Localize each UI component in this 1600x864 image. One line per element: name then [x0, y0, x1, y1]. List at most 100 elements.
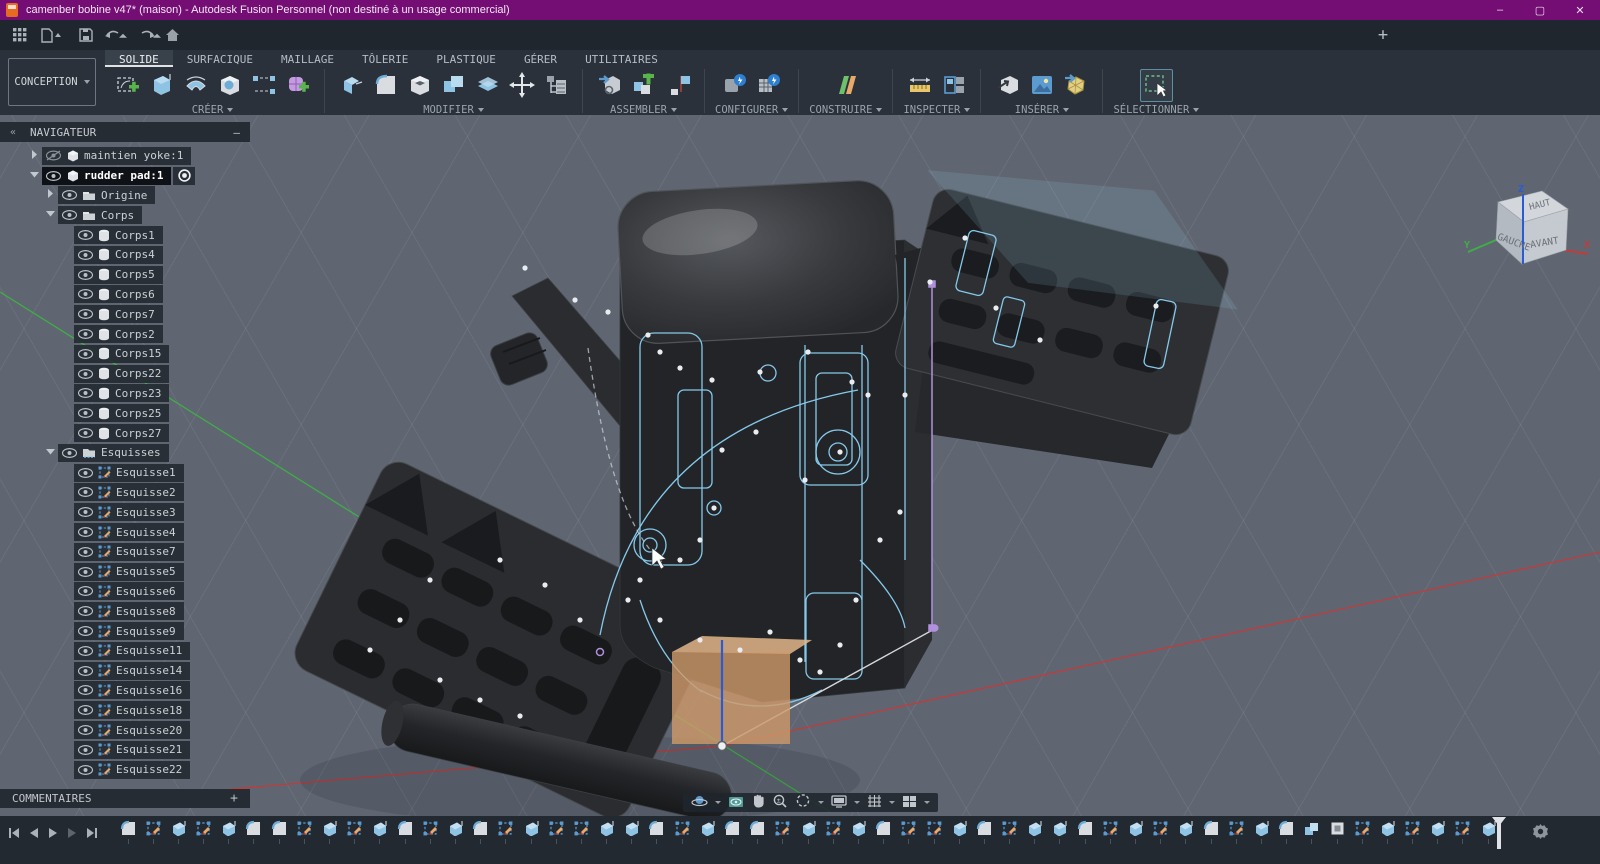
tree-item-rudder-pad-1[interactable]: rudder pad:1 — [26, 166, 250, 186]
visibility-off-icon[interactable] — [46, 150, 61, 161]
timeline-feature-sketch-50[interactable] — [1352, 820, 1372, 844]
group-label-creer[interactable]: CRÉER — [192, 104, 234, 116]
change-parameters-icon[interactable] — [539, 69, 572, 102]
timeline-feature-extrude-37[interactable] — [1025, 820, 1045, 844]
timeline-feature-sketch-40[interactable] — [1100, 820, 1120, 844]
tree-item-esquisse8[interactable]: Esquisse8 — [58, 601, 250, 621]
timeline-feature-fillet-39[interactable] — [1075, 820, 1095, 844]
tree-item-corps4[interactable]: Corps4 — [58, 245, 250, 265]
view-cube[interactable]: HAUT GAUCHE AVANT Y X Z — [1462, 178, 1592, 278]
comments-bar[interactable]: COMMENTAIRES + — [0, 789, 250, 808]
timeline-feature-sketch-27[interactable] — [773, 820, 793, 844]
timeline-feature-fillet-22[interactable] — [647, 820, 667, 844]
configuration-table-icon[interactable] — [752, 69, 785, 102]
visibility-eye-icon[interactable] — [78, 606, 93, 616]
tree-item-esquisse18[interactable]: Esquisse18 — [58, 700, 250, 720]
tree-item-corps5[interactable]: Corps5 — [58, 265, 250, 285]
display-menu-caret[interactable] — [854, 801, 860, 804]
move-icon[interactable] — [505, 69, 538, 102]
insert-mesh-icon[interactable] — [1059, 69, 1092, 102]
ribbon-tab-utilitaires[interactable]: UTILITAIRES — [571, 50, 672, 67]
ribbon-tab-gérer[interactable]: GÉRER — [510, 50, 571, 67]
section-analysis-icon[interactable] — [937, 69, 970, 102]
timeline-feature-extrude-3[interactable] — [168, 820, 188, 844]
visibility-eye-icon[interactable] — [78, 567, 93, 577]
visibility-eye-icon[interactable] — [62, 210, 77, 220]
group-label-selectionner[interactable]: SÉLECTIONNER — [1113, 104, 1199, 116]
press-pull-icon[interactable] — [335, 69, 368, 102]
visibility-eye-icon[interactable] — [78, 685, 93, 695]
add-comment-icon[interactable]: + — [230, 791, 238, 806]
create-sketch-icon[interactable] — [111, 69, 144, 102]
tree-item-corps7[interactable]: Corps7 — [58, 304, 250, 324]
visibility-eye-icon[interactable] — [78, 765, 93, 775]
new-tab-button[interactable]: + — [1372, 24, 1394, 46]
go-to-end-button[interactable] — [86, 824, 98, 843]
visibility-eye-icon[interactable] — [62, 448, 77, 458]
timeline-feature-sketch-18[interactable] — [546, 820, 566, 844]
timeline-feature-sketch-2[interactable] — [143, 820, 163, 844]
combine-icon[interactable] — [437, 69, 470, 102]
timeline-feature-sketch-45[interactable] — [1226, 820, 1246, 844]
tree-item-corps27[interactable]: Corps27 — [58, 423, 250, 443]
timeline-feature-sketch-52[interactable] — [1403, 820, 1423, 844]
timeline-feature-extrude-14[interactable] — [445, 820, 465, 844]
timeline-feature-sketch-29[interactable] — [823, 820, 843, 844]
visibility-eye-icon[interactable] — [78, 349, 93, 359]
timeline-feature-fillet-47[interactable] — [1277, 820, 1297, 844]
offset-face-icon[interactable] — [471, 69, 504, 102]
timeline-feature-fillet-26[interactable] — [748, 820, 768, 844]
timeline-feature-sketch-13[interactable] — [420, 820, 440, 844]
timeline-feature-extrude-9[interactable] — [320, 820, 340, 844]
app-grid-icon[interactable] — [8, 24, 32, 46]
configuration-icon[interactable] — [718, 69, 751, 102]
insert-derive-icon[interactable] — [593, 69, 626, 102]
timeline-feature-shell-49[interactable] — [1327, 820, 1347, 844]
viewports-icon[interactable] — [902, 793, 917, 812]
tree-item-corps23[interactable]: Corps23 — [58, 384, 250, 404]
visibility-eye-icon[interactable] — [78, 408, 93, 418]
ribbon-tab-solide[interactable]: SOLIDE — [105, 50, 173, 67]
tree-item-esquisse16[interactable]: Esquisse16 — [58, 681, 250, 701]
fit-menu-caret[interactable] — [818, 801, 824, 804]
collapse-panel-icon[interactable]: « — [10, 127, 16, 138]
chevron-down-icon[interactable] — [26, 171, 42, 181]
visibility-eye-icon[interactable] — [78, 666, 93, 676]
ribbon-tab-maillage[interactable]: MAILLAGE — [267, 50, 348, 67]
timeline-feature-fillet-12[interactable] — [395, 820, 415, 844]
visibility-eye-icon[interactable] — [78, 250, 93, 260]
hole-icon[interactable] — [213, 69, 246, 102]
timeline-feature-extrude-38[interactable] — [1050, 820, 1070, 844]
visibility-eye-icon[interactable] — [78, 369, 93, 379]
timeline-feature-sketch-23[interactable] — [672, 820, 692, 844]
chevron-down-icon[interactable] — [42, 210, 58, 220]
timeline-feature-extrude-46[interactable] — [1251, 820, 1271, 844]
create-form-icon[interactable] — [281, 69, 314, 102]
file-menu-icon[interactable] — [40, 24, 64, 46]
joint-icon[interactable] — [661, 69, 694, 102]
timeline-feature-extrude-5[interactable] — [219, 820, 239, 844]
tree-item-esquisse3[interactable]: Esquisse3 — [58, 502, 250, 522]
decal-icon[interactable] — [991, 69, 1024, 102]
timeline-feature-combine-48[interactable] — [1302, 820, 1322, 844]
pattern-icon[interactable] — [247, 69, 280, 102]
construction-plane-icon[interactable] — [829, 69, 862, 102]
ribbon-tab-tôlerie[interactable]: TÔLERIE — [348, 50, 422, 67]
ribbon-tab-surfacique[interactable]: SURFACIQUE — [173, 50, 267, 67]
tree-item-esquisse22[interactable]: Esquisse22 — [58, 760, 250, 780]
tree-item-esquisse14[interactable]: Esquisse14 — [58, 661, 250, 681]
group-label-inspecter[interactable]: INSPECTER — [903, 104, 970, 116]
tree-item-esquisse21[interactable]: Esquisse21 — [58, 740, 250, 760]
revolve-icon[interactable] — [179, 69, 212, 102]
timeline-feature-sketch-54[interactable] — [1453, 820, 1473, 844]
save-icon[interactable] — [74, 24, 98, 46]
undo-icon[interactable] — [104, 24, 128, 46]
tree-item-esquisse9[interactable]: Esquisse9 — [58, 621, 250, 641]
tree-item-esquisse7[interactable]: Esquisse7 — [58, 542, 250, 562]
fit-icon[interactable] — [795, 793, 811, 812]
go-to-start-button[interactable] — [8, 824, 20, 843]
visibility-eye-icon[interactable] — [78, 547, 93, 557]
group-label-configurer[interactable]: CONFIGURER — [715, 104, 788, 116]
grid-menu-caret[interactable] — [889, 801, 895, 804]
visibility-eye-icon[interactable] — [78, 309, 93, 319]
